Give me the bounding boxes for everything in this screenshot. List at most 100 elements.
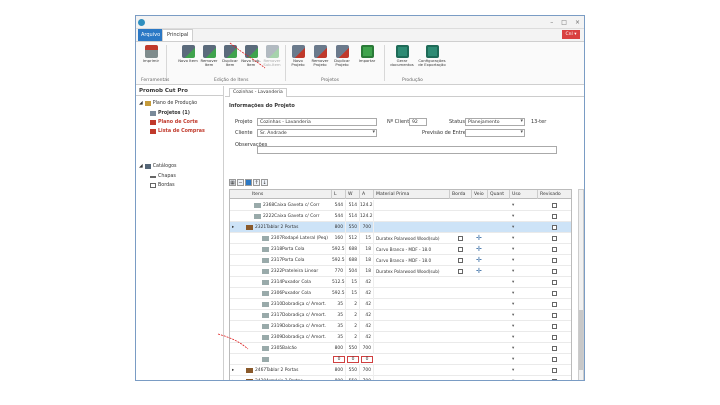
cliente-select[interactable]: Sr. Andrade xyxy=(257,129,377,137)
new-project-button[interactable]: Novo Projeto xyxy=(288,45,308,68)
obs-field[interactable] xyxy=(257,146,557,154)
revisado-checkbox[interactable] xyxy=(552,269,557,274)
revisado-checkbox[interactable] xyxy=(552,247,557,252)
scroll-thumb[interactable] xyxy=(579,310,583,370)
cell-l[interactable]: 592.5 xyxy=(332,288,346,299)
tree-chapas[interactable]: Chapas xyxy=(150,174,176,179)
tab-arquivo[interactable]: Arquivo xyxy=(138,29,164,41)
tab-principal[interactable]: Principal xyxy=(162,29,194,41)
cell-a[interactable]: 124.2 xyxy=(360,200,374,211)
tab-document[interactable]: Cozinhas - Lavanderia xyxy=(229,88,287,97)
cell-material[interactable]: Carvo Branco - MDF - 18.0 xyxy=(376,244,444,255)
cell-a[interactable]: 18 xyxy=(360,255,374,266)
header-borda[interactable]: Borda xyxy=(450,190,472,199)
export-settings-button[interactable]: Configurações de Exportação xyxy=(416,45,448,68)
table-row[interactable]: 2318 Porta Cola 592.5 688 18 Carvo Branco - M… xyxy=(230,244,571,255)
grid-tool-icon[interactable]: ▦ xyxy=(229,179,236,186)
cell-a[interactable]: 700 xyxy=(360,376,374,380)
cell-l[interactable]: 770 xyxy=(332,266,346,277)
table-row[interactable]: 2307 Rodapé Lateral (Peq) 160 512 15 Duratex … xyxy=(230,233,571,244)
revisado-checkbox[interactable] xyxy=(552,324,557,329)
revisado-checkbox[interactable] xyxy=(552,236,557,241)
generate-docs-button[interactable]: Gerar documentos xyxy=(390,45,414,68)
table-row[interactable]: 2305 Balcão 800 550 700 ▾ xyxy=(230,343,571,354)
collapse-icon[interactable]: − xyxy=(237,179,244,186)
grid-scrollbar[interactable] xyxy=(578,189,584,380)
expand-icon[interactable]: ▸ xyxy=(232,365,234,376)
table-row[interactable]: 2222 Caixa Gaveta c/ Corr 544 514 124.2 ▾ xyxy=(230,211,571,222)
revisado-checkbox[interactable] xyxy=(552,379,557,380)
maximize-button[interactable]: □ xyxy=(561,19,567,26)
borda-checkbox[interactable] xyxy=(458,236,463,241)
cell-a[interactable]: 0 xyxy=(361,356,373,363)
cell-w[interactable]: 0 xyxy=(347,356,359,363)
chevron-down-icon[interactable]: ▾ xyxy=(512,310,514,321)
projeto-field[interactable]: Cozinhas - Lavanderia xyxy=(257,118,377,126)
cell-l[interactable]: 592.5 xyxy=(332,255,346,266)
table-row[interactable]: 2368 Caixa Gaveta c/ Corr 544 514 124.2 ▾ xyxy=(230,200,571,211)
cell-w[interactable]: 15 xyxy=(346,288,360,299)
chevron-down-icon[interactable]: ▾ xyxy=(512,222,514,233)
cell-w[interactable]: 2 xyxy=(346,321,360,332)
cell-l[interactable]: 800 xyxy=(332,365,346,376)
language-selector[interactable]: Cnl ▾ xyxy=(562,30,580,39)
header-itens[interactable]: Itens xyxy=(250,190,332,199)
cell-a[interactable]: 700 xyxy=(360,222,374,233)
cell-w[interactable]: 688 xyxy=(346,255,360,266)
cell-l[interactable]: 512.5 xyxy=(332,277,346,288)
remove-subitem-button[interactable]: Remover Sub-Item xyxy=(262,45,282,68)
veio-icon[interactable]: ✛ xyxy=(476,256,482,264)
cell-l[interactable]: 35 xyxy=(332,299,346,310)
cell-l[interactable]: 35 xyxy=(332,332,346,343)
tree-plano-producao[interactable]: ◢ Plano de Produção xyxy=(139,101,197,106)
revisado-checkbox[interactable] xyxy=(552,258,557,263)
cell-w[interactable]: 514 xyxy=(346,211,360,222)
cell-a[interactable]: 42 xyxy=(360,332,374,343)
expand-all-icon[interactable] xyxy=(245,179,252,186)
table-row[interactable]: 2306 Puxador Cola 592.5 15 42 ▾ xyxy=(230,288,571,299)
chevron-down-icon[interactable]: ▾ xyxy=(512,277,514,288)
cell-a[interactable]: 42 xyxy=(360,321,374,332)
tree-lista-compras[interactable]: Lista de Compras xyxy=(150,129,205,134)
cell-material[interactable]: Duratex Polarwood Wood(sub) xyxy=(376,266,444,277)
cell-l[interactable]: 544 xyxy=(332,200,346,211)
cell-a[interactable]: 42 xyxy=(360,299,374,310)
revisado-checkbox[interactable] xyxy=(552,346,557,351)
remove-project-button[interactable]: Remover Projeto xyxy=(310,45,330,68)
chevron-down-icon[interactable]: ▾ xyxy=(512,255,514,266)
duplicate-project-button[interactable]: Duplicar Projeto xyxy=(332,45,352,68)
table-row[interactable]: 2314 Puxador Cola 512.5 15 42 ▾ xyxy=(230,277,571,288)
header-a[interactable]: A xyxy=(360,190,374,199)
cell-w[interactable]: 688 xyxy=(346,244,360,255)
chevron-down-icon[interactable]: ▾ xyxy=(512,288,514,299)
borda-checkbox[interactable] xyxy=(458,247,463,252)
header-veio[interactable]: Veio xyxy=(472,190,488,199)
header-l[interactable]: L xyxy=(332,190,346,199)
cell-l[interactable]: 800 xyxy=(332,376,346,380)
revisado-checkbox[interactable] xyxy=(552,203,557,208)
cell-a[interactable]: 42 xyxy=(360,310,374,321)
header-w[interactable]: W xyxy=(346,190,360,199)
cell-w[interactable]: 550 xyxy=(346,365,360,376)
cell-a[interactable]: 124.2 xyxy=(360,211,374,222)
cell-w[interactable]: 2 xyxy=(346,310,360,321)
borda-checkbox[interactable] xyxy=(458,269,463,274)
duplicate-item-button[interactable]: Duplicar Item xyxy=(220,45,240,68)
status-select[interactable]: Planejamento xyxy=(465,118,525,126)
header-material[interactable]: Material Prima xyxy=(374,190,450,199)
chevron-down-icon[interactable]: ▾ xyxy=(512,376,514,380)
chevron-down-icon[interactable]: ▾ xyxy=(512,266,514,277)
cell-l[interactable]: 544 xyxy=(332,211,346,222)
veio-icon[interactable]: ✛ xyxy=(476,245,482,253)
header-quant[interactable]: Quant xyxy=(488,190,510,199)
revisado-checkbox[interactable] xyxy=(552,214,557,219)
chevron-down-icon[interactable]: ▾ xyxy=(512,365,514,376)
ncliente-field[interactable]: 92 xyxy=(409,118,427,126)
move-down-icon[interactable]: ↓ xyxy=(261,179,268,186)
cell-w[interactable]: 512 xyxy=(346,233,360,244)
veio-icon[interactable]: ✛ xyxy=(476,267,482,275)
chevron-down-icon[interactable]: ▾ xyxy=(512,332,514,343)
revisado-checkbox[interactable] xyxy=(552,291,557,296)
table-row[interactable]: 2309 Dobradiça c/ Amort. 35 2 42 ▾ xyxy=(230,332,571,343)
table-row[interactable]: 0 0 0 ▾ xyxy=(230,354,571,365)
